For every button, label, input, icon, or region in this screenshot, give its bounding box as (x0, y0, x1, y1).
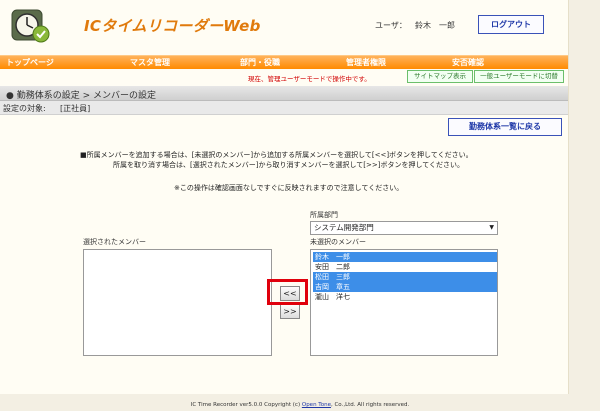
selected-members-list[interactable] (83, 249, 272, 356)
member-option[interactable]: 松田 三郎 (313, 272, 497, 282)
menu-item-safety[interactable]: 安否確認 (452, 57, 484, 68)
selected-members-label: 選択されたメンバー (83, 238, 146, 246)
unselected-members-label: 未選択のメンバー (310, 238, 366, 246)
menu-item-top[interactable]: トップページ (6, 57, 54, 68)
main-panel: ICタイムリコーダーWeb ユーザ： 鈴木 一郎 ログアウト トップページ マス… (0, 0, 569, 394)
user-name: 鈴木 一郎 (415, 21, 455, 30)
department-selected-value: システム開発部門 (314, 223, 374, 232)
app-title: ICタイムリコーダーWeb (84, 17, 261, 35)
target-label: 設定の対象: (3, 104, 46, 113)
menu-item-admin[interactable]: 管理者権限 (346, 57, 386, 68)
instruction-line-1: ■所属メンバーを追加する場合は、[未選択のメンバー]から追加する所属メンバーを選… (80, 151, 473, 159)
footer: IC Time Recorder ver5.0.0 Copyright (c) … (0, 402, 600, 408)
page: ICタイムリコーダーWeb ユーザ： 鈴木 一郎 ログアウト トップページ マス… (0, 0, 600, 411)
target-bar: 設定の対象: [正社員] (0, 101, 568, 115)
mode-message: 現在、管理ユーザーモードで操作中です。 (248, 75, 371, 83)
main-menu: トップページ マスタ管理 部門・役職 管理者権限 安否確認 (0, 55, 568, 69)
page-title: ● 勤務体系の設定 > メンバーの設定 (6, 91, 156, 101)
footer-company-link[interactable]: Open Tone (302, 402, 331, 408)
sitemap-button[interactable]: サイトマップ表示 (407, 70, 473, 83)
footer-copyright: IC Time Recorder ver5.0.0 Copyright (c) (190, 402, 302, 408)
user-label: ユーザ： (375, 21, 407, 30)
logout-button[interactable]: ログアウト (478, 15, 544, 34)
warning-note: ※この操作は確認画面なしですぐに反映されますので注意してください。 (174, 184, 404, 192)
highlight-box (267, 279, 308, 305)
general-mode-button[interactable]: 一般ユーザーモードに切替 (474, 70, 564, 83)
target-value: [正社員] (60, 104, 91, 113)
dropdown-arrow-icon: ▼ (489, 224, 494, 231)
remove-member-button[interactable]: >> (280, 304, 300, 319)
member-option[interactable]: 瀧山 洋七 (313, 292, 497, 302)
menu-item-department[interactable]: 部門・役職 (240, 57, 280, 68)
member-option[interactable]: 吉岡 章五 (313, 282, 497, 292)
department-select[interactable]: システム開発部門 ▼ (310, 221, 498, 235)
section-header: ● 勤務体系の設定 > メンバーの設定 (0, 86, 568, 101)
member-option[interactable]: 鈴木 一郎 (313, 252, 497, 262)
unselected-members-list[interactable]: 鈴木 一郎 安田 二郎 松田 三郎 吉岡 章五 瀧山 洋七 (310, 249, 498, 356)
department-label: 所属部門 (310, 211, 338, 219)
clock-logo-icon (10, 6, 50, 44)
instruction-line-2: 所属を取り消す場合は、[選択されたメンバー]から取り消すメンバーを選択して[>>… (113, 161, 465, 169)
back-to-list-button[interactable]: 勤務体系一覧に戻る (448, 118, 562, 136)
member-option[interactable]: 安田 二郎 (313, 262, 497, 272)
footer-suffix: , Co.,Ltd. All rights reserved. (330, 402, 410, 408)
menu-item-master[interactable]: マスタ管理 (130, 57, 170, 68)
